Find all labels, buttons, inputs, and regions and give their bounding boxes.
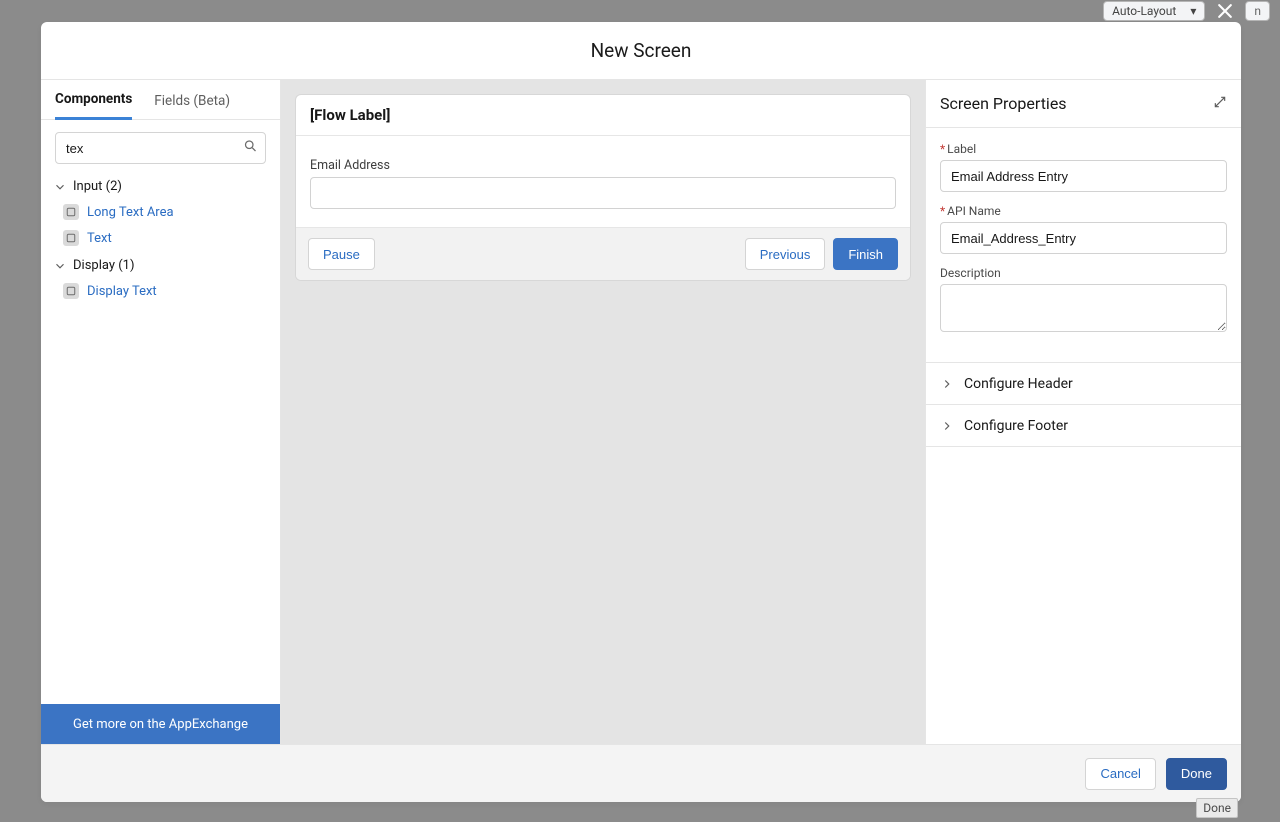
properties-title: Screen Properties: [940, 94, 1067, 113]
properties-accordion: Configure Header Configure Footer: [926, 362, 1241, 447]
chevron-right-icon: [940, 419, 954, 433]
finish-button[interactable]: Finish: [833, 238, 898, 270]
api-name-caption: API Name: [947, 204, 1001, 218]
component-icon: [63, 230, 79, 246]
tree-item-label: Display Text: [87, 284, 157, 299]
left-tabs: Components Fields (Beta): [41, 80, 280, 120]
description-input[interactable]: [940, 284, 1227, 332]
chevron-down-icon: [53, 259, 67, 273]
search-input[interactable]: [55, 132, 266, 164]
component-icon: [63, 283, 79, 299]
chevron-down-icon: [53, 180, 67, 194]
description-caption: Description: [940, 266, 1001, 280]
required-indicator: *: [940, 204, 945, 218]
component-tree: Input (2) Long Text Area: [41, 170, 280, 704]
label-input[interactable]: [940, 160, 1227, 192]
layout-select-label: Auto-Layout: [1112, 4, 1176, 18]
pause-button[interactable]: Pause: [308, 238, 375, 270]
canvas-footer: Pause Previous Finish: [296, 227, 910, 280]
background-toolbar: Auto-Layout ▾ n: [1093, 0, 1280, 22]
tree-item-display-text[interactable]: Display Text: [59, 278, 272, 304]
caret-down-icon: ▾: [1190, 4, 1196, 18]
tree-header-input[interactable]: Input (2): [49, 174, 272, 199]
done-button[interactable]: Done: [1166, 758, 1227, 790]
expand-icon[interactable]: [1213, 94, 1227, 113]
new-screen-modal: New Screen Components Fields (Beta): [41, 22, 1241, 802]
components-panel: Components Fields (Beta) I: [41, 80, 281, 744]
modal-title: New Screen: [41, 22, 1241, 80]
done-tooltip: Done: [1196, 798, 1238, 818]
label-caption: Label: [947, 142, 976, 156]
tree-header-label: Display (1): [73, 258, 135, 273]
tree-item-text[interactable]: Text: [59, 225, 272, 251]
accordion-configure-header[interactable]: Configure Header: [926, 363, 1241, 405]
accordion-configure-footer[interactable]: Configure Footer: [926, 405, 1241, 447]
accordion-label: Configure Footer: [964, 418, 1068, 434]
appexchange-button[interactable]: Get more on the AppExchange: [41, 704, 280, 744]
close-icon[interactable]: [1213, 0, 1237, 23]
cancel-button[interactable]: Cancel: [1085, 758, 1155, 790]
tree-item-long-text-area[interactable]: Long Text Area: [59, 199, 272, 225]
tree-header-display[interactable]: Display (1): [49, 253, 272, 278]
tree-item-label: Text: [87, 231, 112, 246]
background-button[interactable]: n: [1245, 1, 1270, 21]
layout-select[interactable]: Auto-Layout ▾: [1103, 1, 1205, 21]
accordion-label: Configure Header: [964, 376, 1073, 392]
appexchange-label: Get more on the AppExchange: [73, 717, 248, 732]
api-name-input[interactable]: [940, 222, 1227, 254]
tree-group-display: Display (1) Display Text: [49, 253, 272, 304]
canvas: [Flow Label] Email Address Pause Previou…: [281, 80, 925, 744]
search-icon: [243, 139, 258, 158]
search-box: [55, 132, 266, 164]
properties-panel: Screen Properties *Label *API Name Descr…: [925, 80, 1241, 744]
modal-footer: Cancel Done: [41, 744, 1241, 802]
flow-label-header: [Flow Label]: [296, 95, 910, 136]
screen-preview-card: [Flow Label] Email Address Pause Previou…: [295, 94, 911, 281]
required-indicator: *: [940, 142, 945, 156]
canvas-field-label: Email Address: [310, 158, 896, 173]
tab-components[interactable]: Components: [55, 81, 132, 120]
tab-fields[interactable]: Fields (Beta): [154, 83, 230, 119]
previous-button[interactable]: Previous: [745, 238, 826, 270]
chevron-right-icon: [940, 377, 954, 391]
component-icon: [63, 204, 79, 220]
tree-item-label: Long Text Area: [87, 205, 174, 220]
tree-group-input: Input (2) Long Text Area: [49, 174, 272, 251]
tree-header-label: Input (2): [73, 179, 122, 194]
canvas-field-input[interactable]: [310, 177, 896, 209]
